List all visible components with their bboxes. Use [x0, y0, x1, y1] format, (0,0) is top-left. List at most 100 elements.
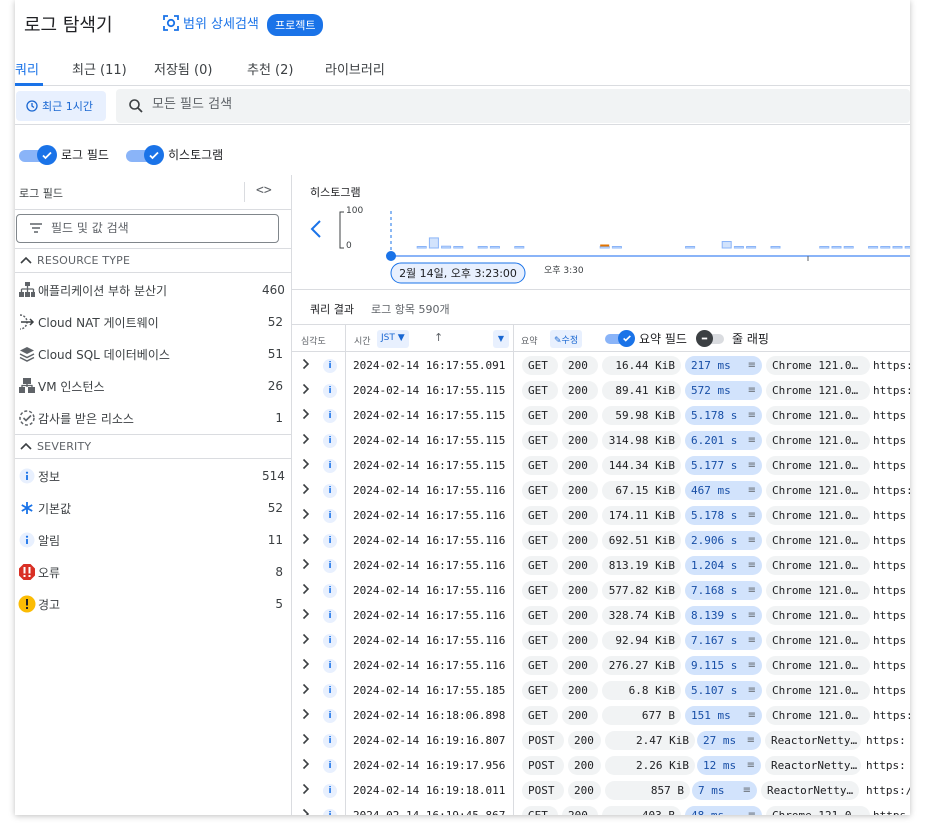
method-chip[interactable]: GET: [522, 456, 558, 475]
request-url[interactable]: https: [873, 584, 906, 597]
method-chip[interactable]: GET: [522, 531, 558, 550]
user-agent-chip[interactable]: Chrome 121.0…: [766, 806, 870, 815]
chevron-right-icon[interactable]: [302, 558, 310, 573]
method-chip[interactable]: GET: [522, 631, 558, 650]
histogram-bar[interactable]: [721, 241, 732, 249]
latency-chip[interactable]: 27 ms ≡: [697, 731, 761, 750]
request-url[interactable]: https: [873, 559, 906, 572]
status-chip[interactable]: 200: [562, 506, 598, 525]
latency-chip[interactable]: 9.115 s ≡: [685, 656, 762, 675]
method-chip[interactable]: GET: [522, 656, 558, 675]
latency-chip[interactable]: 8.139 s ≡: [685, 606, 762, 625]
size-chip[interactable]: 67.15 KiB: [602, 481, 681, 500]
section-resource-type[interactable]: RESOURCE TYPE: [15, 248, 292, 273]
latency-chip[interactable]: 467 ms ≡: [685, 481, 762, 500]
status-chip[interactable]: 200: [562, 681, 598, 700]
field-row-nat-gateway[interactable]: Cloud NAT 게이트웨이 52: [15, 306, 292, 338]
tab-recent[interactable]: 최근 (11): [72, 59, 127, 78]
histogram-bar[interactable]: [819, 246, 830, 249]
table-row[interactable]: i 2024-02-14 16:17:55.116 GET 200 692.51 KiB…: [292, 528, 910, 553]
histogram-bar[interactable]: [880, 246, 891, 249]
method-chip[interactable]: POST: [522, 781, 564, 800]
field-row-sql-database[interactable]: Cloud SQL 데이터베이스 51: [15, 338, 292, 370]
table-row[interactable]: i 2024-02-14 16:17:55.115 GET 200 314.98 KiB…: [292, 428, 910, 453]
chevron-right-icon[interactable]: [302, 533, 310, 548]
summary-fields-switch[interactable]: [605, 329, 635, 347]
user-agent-chip[interactable]: Chrome 121.0…: [766, 506, 870, 525]
status-chip[interactable]: 200: [562, 481, 598, 500]
request-url[interactable]: https:: [866, 759, 906, 772]
table-row[interactable]: i 2024-02-14 16:17:55.116 GET 200 67.15 KiB 4…: [292, 478, 910, 503]
histogram-bar[interactable]: [770, 246, 781, 249]
size-chip[interactable]: 174.11 KiB: [602, 506, 681, 525]
table-row[interactable]: i 2024-02-14 16:17:55.185 GET 200 6.8 KiB 5.1…: [292, 678, 910, 703]
latency-chip[interactable]: 12 ms ≡: [697, 756, 761, 775]
method-chip[interactable]: GET: [522, 481, 558, 500]
status-chip[interactable]: 200: [568, 781, 601, 800]
latency-chip[interactable]: 572 ms ≡: [685, 381, 762, 400]
chevron-right-icon[interactable]: [302, 608, 310, 623]
request-url[interactable]: https:: [873, 484, 910, 497]
latency-chip[interactable]: 7.168 s ≡: [685, 581, 762, 600]
size-chip[interactable]: 577.82 KiB: [602, 581, 681, 600]
histogram-toggle[interactable]: 히스토그램: [126, 144, 223, 165]
histogram-bar[interactable]: [746, 246, 757, 249]
request-url[interactable]: https: [873, 409, 906, 422]
histogram-bar[interactable]: [831, 246, 842, 249]
chevron-right-icon[interactable]: [302, 433, 310, 448]
tab-suggested[interactable]: 추천 (2): [247, 59, 293, 78]
user-agent-chip[interactable]: Chrome 121.0…: [766, 581, 870, 600]
search-input[interactable]: [152, 97, 852, 112]
method-chip[interactable]: GET: [522, 581, 558, 600]
size-chip[interactable]: 314.98 KiB: [602, 431, 681, 450]
size-chip[interactable]: 59.98 KiB: [602, 406, 681, 425]
size-chip[interactable]: 6.8 KiB: [602, 681, 681, 700]
histogram-bar[interactable]: [599, 246, 610, 249]
histogram-bar[interactable]: [843, 246, 854, 249]
user-agent-chip[interactable]: Chrome 121.0…: [766, 406, 870, 425]
status-chip[interactable]: 200: [562, 456, 598, 475]
status-chip[interactable]: 200: [562, 656, 598, 675]
chevron-right-icon[interactable]: [302, 633, 310, 648]
histogram-bar[interactable]: [904, 246, 910, 249]
size-chip[interactable]: 276.27 KiB: [602, 656, 681, 675]
status-chip[interactable]: 200: [562, 606, 598, 625]
table-row[interactable]: i 2024-02-14 16:17:55.115 GET 200 144.34 KiB…: [292, 453, 910, 478]
request-url[interactable]: https: [873, 634, 906, 647]
histogram-bar[interactable]: [733, 246, 744, 249]
chevron-right-icon[interactable]: [302, 758, 310, 773]
method-chip[interactable]: GET: [522, 606, 558, 625]
histogram-bar[interactable]: [685, 246, 696, 249]
timezone-dropdown[interactable]: JST ▼: [377, 330, 409, 348]
user-agent-chip[interactable]: ReactorNetty…: [761, 781, 859, 800]
status-chip[interactable]: 200: [568, 731, 601, 750]
status-chip[interactable]: 200: [562, 706, 598, 725]
status-chip[interactable]: 200: [562, 556, 598, 575]
request-url[interactable]: https: [873, 434, 906, 447]
latency-chip[interactable]: 5.177 s ≡: [685, 456, 762, 475]
chevron-right-icon[interactable]: [302, 583, 310, 598]
table-row[interactable]: i 2024-02-14 16:19:18.011 POST 200 857 B7 ms…: [292, 778, 910, 803]
log-fields-switch[interactable]: [19, 144, 57, 165]
histogram-bar[interactable]: [514, 246, 525, 249]
project-badge[interactable]: 프로젝트: [267, 14, 324, 36]
method-chip[interactable]: GET: [522, 806, 558, 815]
latency-chip[interactable]: 5.178 s ≡: [685, 406, 762, 425]
tab-library[interactable]: 라이브러리: [325, 59, 385, 78]
request-url[interactable]: https: [873, 684, 906, 697]
field-row-load-balancer[interactable]: 애플리케이션 부하 분산기 460: [15, 274, 292, 306]
scope-search-button[interactable]: 범위 상세검색: [162, 13, 259, 32]
status-chip[interactable]: 200: [562, 531, 598, 550]
method-chip[interactable]: GET: [522, 431, 558, 450]
chevron-right-icon[interactable]: [302, 358, 310, 373]
histogram-bar[interactable]: [477, 246, 488, 249]
user-agent-chip[interactable]: Chrome 121.0…: [766, 706, 870, 725]
latency-chip[interactable]: 217 ms ≡: [685, 356, 762, 375]
line-wrap-toggle[interactable]: 줄 래핑: [696, 329, 769, 347]
table-row[interactable]: i 2024-02-14 16:17:55.091 GET 200 16.44 KiB 2…: [292, 353, 910, 378]
histogram-chart[interactable]: 100 0 2월 14일, 오후 3:23:00 오후 3:30: [332, 203, 910, 285]
field-row-error[interactable]: 오류 8: [15, 556, 292, 588]
user-agent-chip[interactable]: Chrome 121.0…: [766, 381, 870, 400]
user-agent-chip[interactable]: Chrome 121.0…: [766, 656, 870, 675]
collapse-panel-icon[interactable]: <>: [256, 183, 272, 198]
